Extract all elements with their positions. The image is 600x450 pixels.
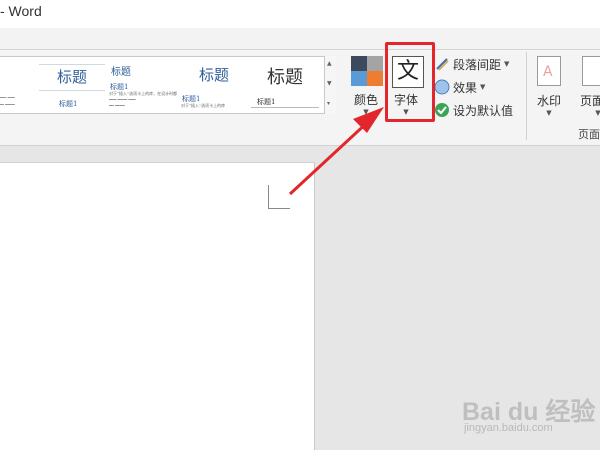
style-item[interactable]: ━━━ ━━━ ━━ ━━━━ — [0, 57, 37, 113]
chevron-down-icon: ▼ — [546, 109, 552, 117]
style-heading: 标题1 — [59, 100, 78, 108]
swatch-cell — [367, 71, 383, 86]
paragraph-spacing-button[interactable]: 段落间距 ▼ — [434, 54, 509, 74]
chevron-down-icon: ▼ — [595, 109, 600, 117]
ribbon: ━━━ ━━━ ━━ ━━━━ 标题 标题1 标题 标题1 对于“插入”选项卡上… — [0, 50, 600, 146]
style-preview-text: ━━ ━━━━ — [109, 103, 125, 108]
style-item[interactable]: 标题 标题1 — [249, 57, 321, 113]
gallery-scrollbar[interactable]: ▲ ▼ ▾ — [324, 56, 336, 114]
watermark-icon: A — [537, 56, 561, 86]
style-preview-text: ━━━ ━━━ — [0, 95, 15, 100]
set-as-default-button[interactable]: 设为默认值 — [434, 100, 513, 120]
checkmark-icon — [434, 102, 450, 118]
divider — [251, 107, 319, 108]
color-theme-icon — [351, 56, 383, 86]
page-color-icon — [582, 56, 600, 86]
page-color-button[interactable]: 页面颜 ▼ — [578, 56, 600, 120]
style-item[interactable]: 标题 标题1 对于“插入”选项卡上的库 — [179, 57, 249, 113]
page-color-label: 页面颜 — [580, 94, 600, 108]
divider — [39, 90, 105, 91]
swatch-cell — [351, 56, 367, 71]
divider — [39, 64, 105, 65]
style-heading: 标题1 — [257, 98, 276, 106]
watermark-label: 水印 — [536, 94, 561, 108]
style-title: 标题 — [56, 68, 87, 86]
effects-button[interactable]: 效果 ▼ — [434, 77, 485, 97]
title-bar: - Word — [0, 0, 600, 28]
paragraph-spacing-icon — [434, 56, 450, 72]
watermark-url: jingyan.baidu.com — [464, 422, 553, 434]
style-item[interactable]: 标题 标题1 对于“插入”选项卡上的库，在设计时都应考虑其中的项与文档整体外观的… — [107, 57, 179, 113]
style-gallery: ━━━ ━━━ ━━ ━━━━ 标题 标题1 标题 标题1 对于“插入”选项卡上… — [0, 56, 336, 114]
effects-label: 效果 — [453, 80, 478, 95]
margin-corner-mark — [268, 185, 290, 209]
chevron-down-icon: ▼ — [363, 108, 369, 116]
effects-icon — [434, 79, 450, 95]
style-item[interactable]: 标题 标题1 — [37, 57, 107, 113]
svg-text:A: A — [543, 64, 553, 80]
set-as-default-label: 设为默认值 — [453, 103, 514, 118]
style-title: 标题 — [111, 67, 131, 78]
style-title: 标题 — [267, 67, 303, 88]
ribbon-tab-strip — [0, 28, 600, 50]
swatch-cell — [367, 56, 383, 71]
style-preview-text: ━━ ━━━━ — [0, 102, 15, 107]
chevron-down-icon: ▼ — [504, 60, 510, 68]
scroll-down-icon[interactable]: ▼ — [327, 80, 332, 88]
more-icon[interactable]: ▾ — [327, 100, 330, 108]
fonts-highlight-box — [385, 42, 435, 122]
swatch-cell — [351, 71, 367, 86]
chevron-down-icon: ▼ — [480, 83, 486, 91]
colors-label: 颜色 — [353, 93, 378, 107]
paragraph-spacing-label: 段落间距 — [453, 57, 502, 72]
colors-button[interactable]: 颜色 ▼ — [348, 56, 384, 118]
scroll-up-icon[interactable]: ▲ — [327, 60, 332, 68]
style-preview-text: 对于“插入”选项卡上的库 — [181, 103, 226, 108]
group-divider — [526, 52, 527, 140]
page-background-group-label: 页面 — [578, 128, 600, 141]
style-title: 标题 — [198, 66, 229, 84]
site-watermark: Bai du 经验 jingyan.baidu.com — [462, 392, 595, 442]
watermark-button[interactable]: A 水印 ▼ — [533, 56, 565, 120]
window-title: - Word — [0, 3, 42, 19]
